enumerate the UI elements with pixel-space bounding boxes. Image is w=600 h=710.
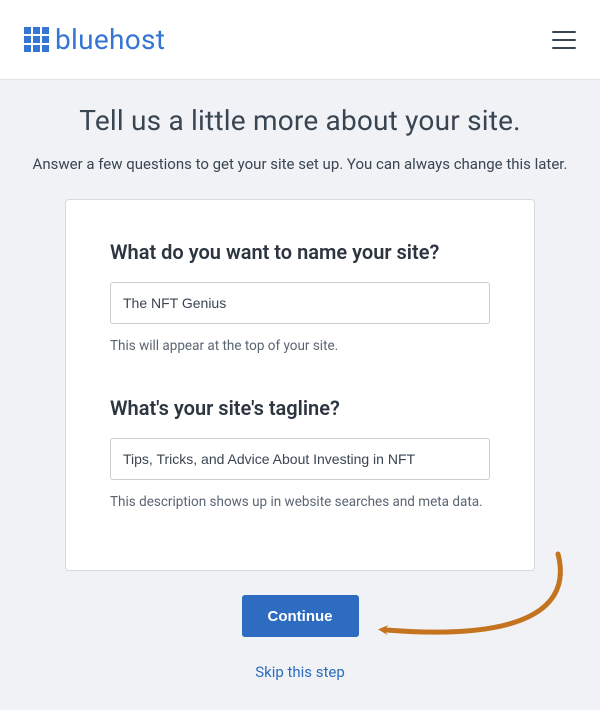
skip-step-link[interactable]: Skip this step bbox=[20, 663, 580, 681]
page-subtitle: Answer a few questions to get your site … bbox=[20, 155, 580, 173]
site-name-helper: This will appear at the top of your site… bbox=[110, 338, 490, 354]
brand-logo[interactable]: bluehost bbox=[24, 23, 165, 56]
header-bar: bluehost bbox=[0, 0, 600, 80]
page-title: Tell us a little more about your site. bbox=[20, 104, 580, 137]
site-name-group: What do you want to name your site? This… bbox=[110, 240, 490, 354]
form-card: What do you want to name your site? This… bbox=[65, 199, 535, 571]
tagline-input[interactable] bbox=[110, 438, 490, 480]
tagline-group: What's your site's tagline? This descrip… bbox=[110, 396, 490, 510]
tagline-helper: This description shows up in website sea… bbox=[110, 494, 490, 510]
tagline-label: What's your site's tagline? bbox=[110, 396, 490, 420]
site-name-label: What do you want to name your site? bbox=[110, 240, 490, 264]
brand-name: bluehost bbox=[55, 23, 165, 56]
main-content: Tell us a little more about your site. A… bbox=[0, 80, 600, 681]
site-name-input[interactable] bbox=[110, 282, 490, 324]
grid-icon bbox=[24, 27, 49, 52]
continue-button[interactable]: Continue bbox=[242, 595, 359, 637]
hamburger-menu-icon[interactable] bbox=[552, 31, 576, 49]
